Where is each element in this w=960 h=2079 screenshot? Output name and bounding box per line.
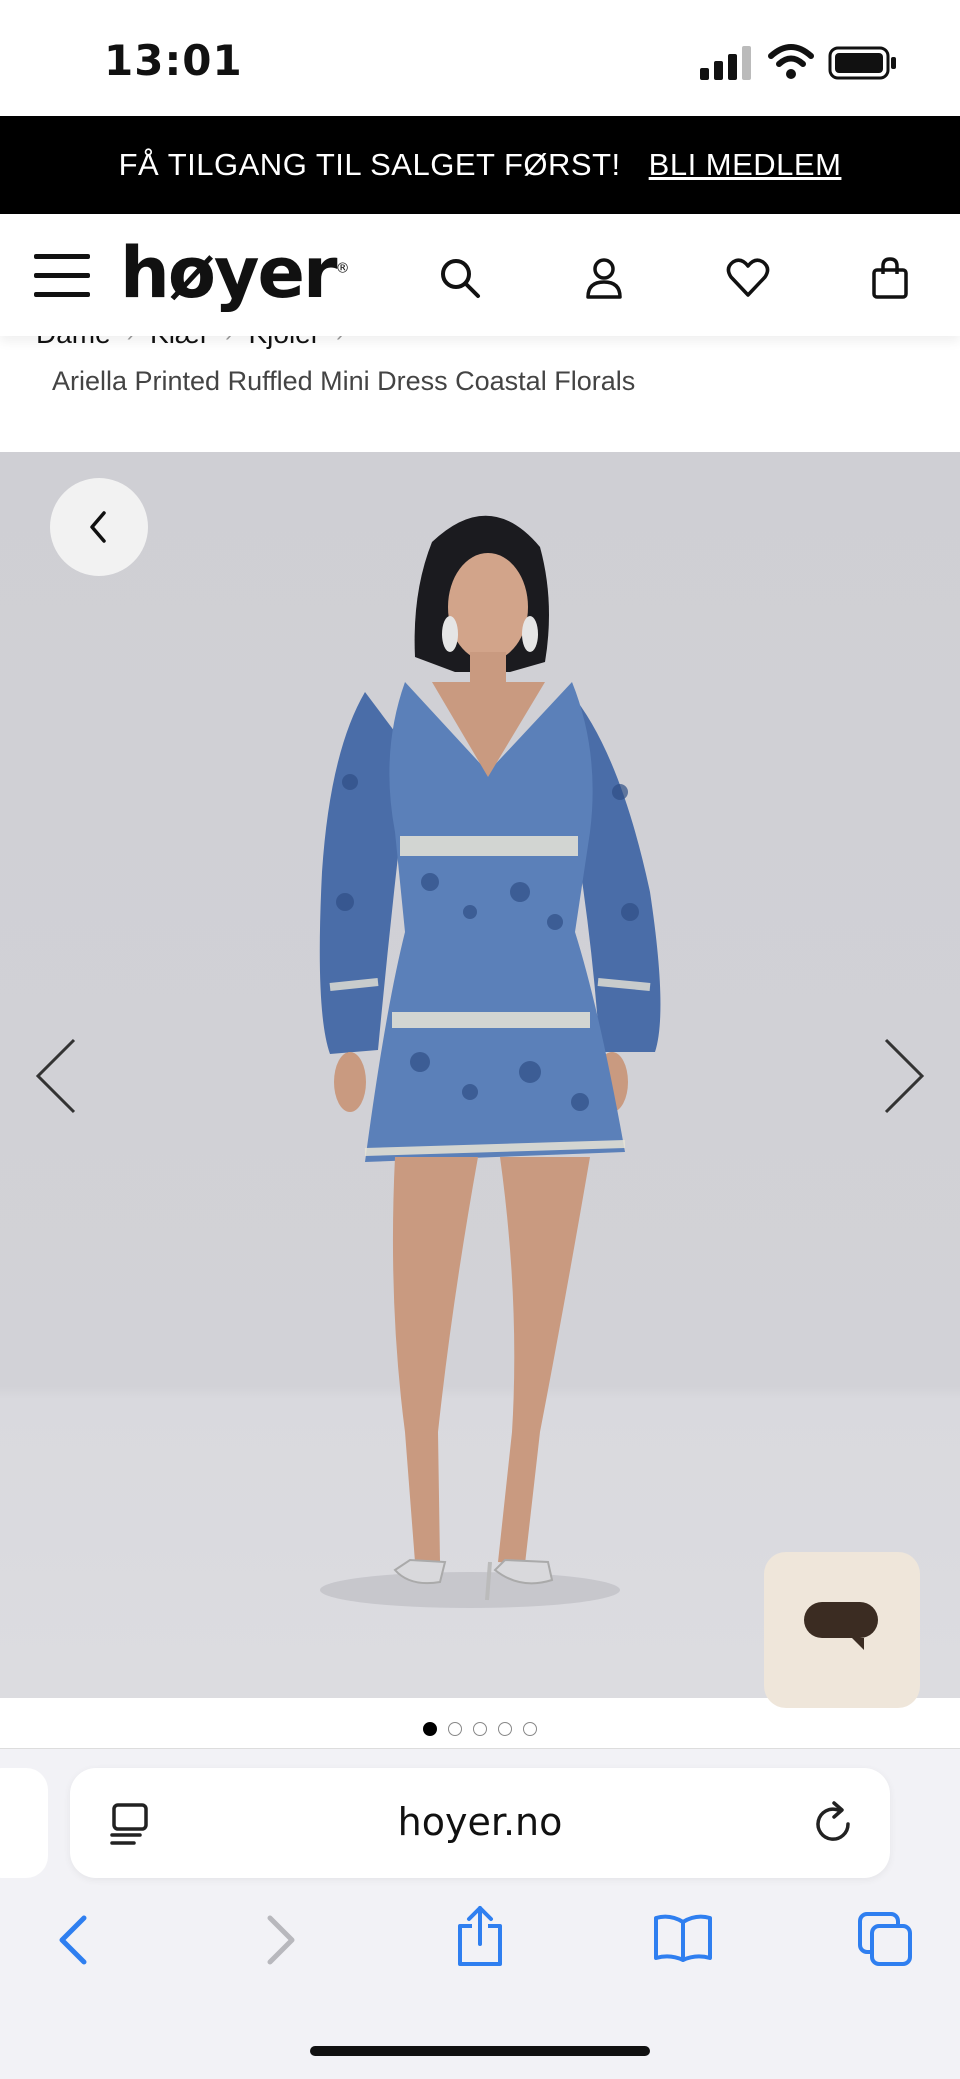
url-text: hoyer.no [397,1800,563,1844]
site-logo[interactable]: høyer® [120,232,350,314]
bookmarks-icon[interactable] [652,1912,714,1964]
product-image[interactable] [0,452,960,1698]
account-icon[interactable] [582,256,626,300]
chat-bubble-icon [804,1602,878,1650]
shopping-bag-icon[interactable] [868,256,912,300]
status-time: 13:01 [104,36,243,85]
reload-icon[interactable] [812,1800,856,1846]
tabs-icon[interactable] [856,1910,916,1968]
site-header: høyer® [0,214,960,336]
browser-forward-icon[interactable] [258,1910,302,1970]
promo-text: FÅ TILGANG TIL SALGET FØRST! [118,147,621,182]
pagination-dot[interactable] [423,1722,437,1736]
browser-back-icon[interactable] [52,1910,96,1970]
cellular-signal-icon [700,46,751,80]
become-member-link[interactable]: BLI MEDLEM [649,147,842,183]
back-button[interactable] [50,478,148,576]
pagination-dot[interactable] [523,1722,537,1736]
previous-tab-preview[interactable] [0,1768,48,1878]
previous-image-arrow-icon[interactable] [30,1036,80,1116]
share-icon[interactable] [452,1904,508,1970]
address-bar[interactable]: hoyer.no [70,1768,890,1878]
wifi-icon [768,44,814,79]
search-icon[interactable] [438,256,482,300]
menu-icon[interactable] [34,254,90,298]
next-image-arrow-icon[interactable] [880,1036,930,1116]
battery-icon [828,46,896,80]
home-indicator [310,2046,650,2056]
pagination-dot[interactable] [498,1722,512,1736]
chat-button[interactable] [764,1552,920,1708]
image-pagination [0,1722,960,1736]
product-title: Ariella Printed Ruffled Mini Dress Coast… [52,366,636,396]
model-photo [319,515,661,1608]
chevron-left-icon [90,511,106,543]
pagination-dot[interactable] [448,1722,462,1736]
wishlist-heart-icon[interactable] [726,256,770,300]
pagination-dot[interactable] [473,1722,487,1736]
promo-banner: FÅ TILGANG TIL SALGET FØRST! BLI MEDLEM [0,116,960,214]
